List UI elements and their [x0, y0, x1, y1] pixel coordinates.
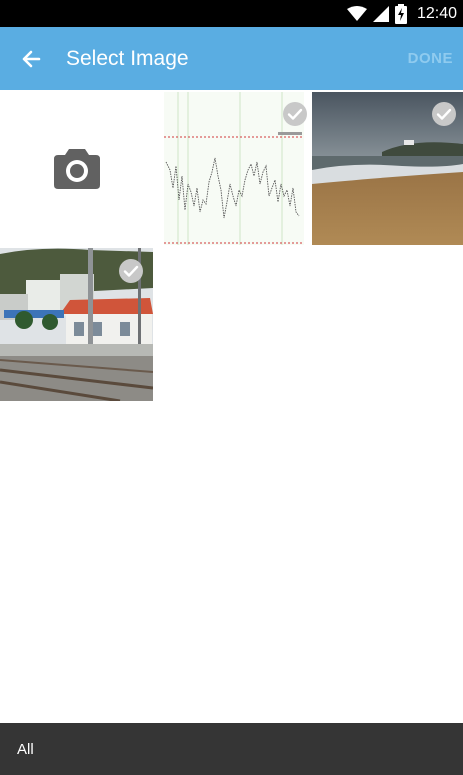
app-bar: Select Image DONE [0, 27, 463, 90]
selected-check-icon [119, 259, 143, 283]
arrow-back-icon [22, 50, 41, 67]
selected-check-icon [283, 102, 307, 126]
status-bar: 12:40 [0, 0, 463, 27]
battery-charging-icon [394, 3, 407, 24]
cell-signal-icon [372, 5, 389, 22]
done-button[interactable]: DONE [408, 27, 453, 90]
album-selector[interactable]: All [17, 741, 34, 758]
camera-icon [53, 148, 100, 189]
image-thumbnail-graph[interactable] [158, 92, 311, 245]
page-title: Select Image [66, 46, 189, 70]
status-time: 12:40 [416, 4, 457, 22]
bottom-bar: All [0, 723, 463, 775]
camera-tile[interactable] [0, 92, 153, 245]
image-picker-screen: 12:40 Select Image DONE All [0, 0, 463, 775]
image-thumbnail-station[interactable] [0, 248, 153, 401]
wifi-icon [346, 5, 367, 21]
image-thumbnail-beach[interactable] [312, 92, 463, 245]
selected-check-icon [432, 102, 456, 126]
back-button[interactable] [0, 27, 62, 90]
status-icons: 12:40 [346, 3, 457, 24]
